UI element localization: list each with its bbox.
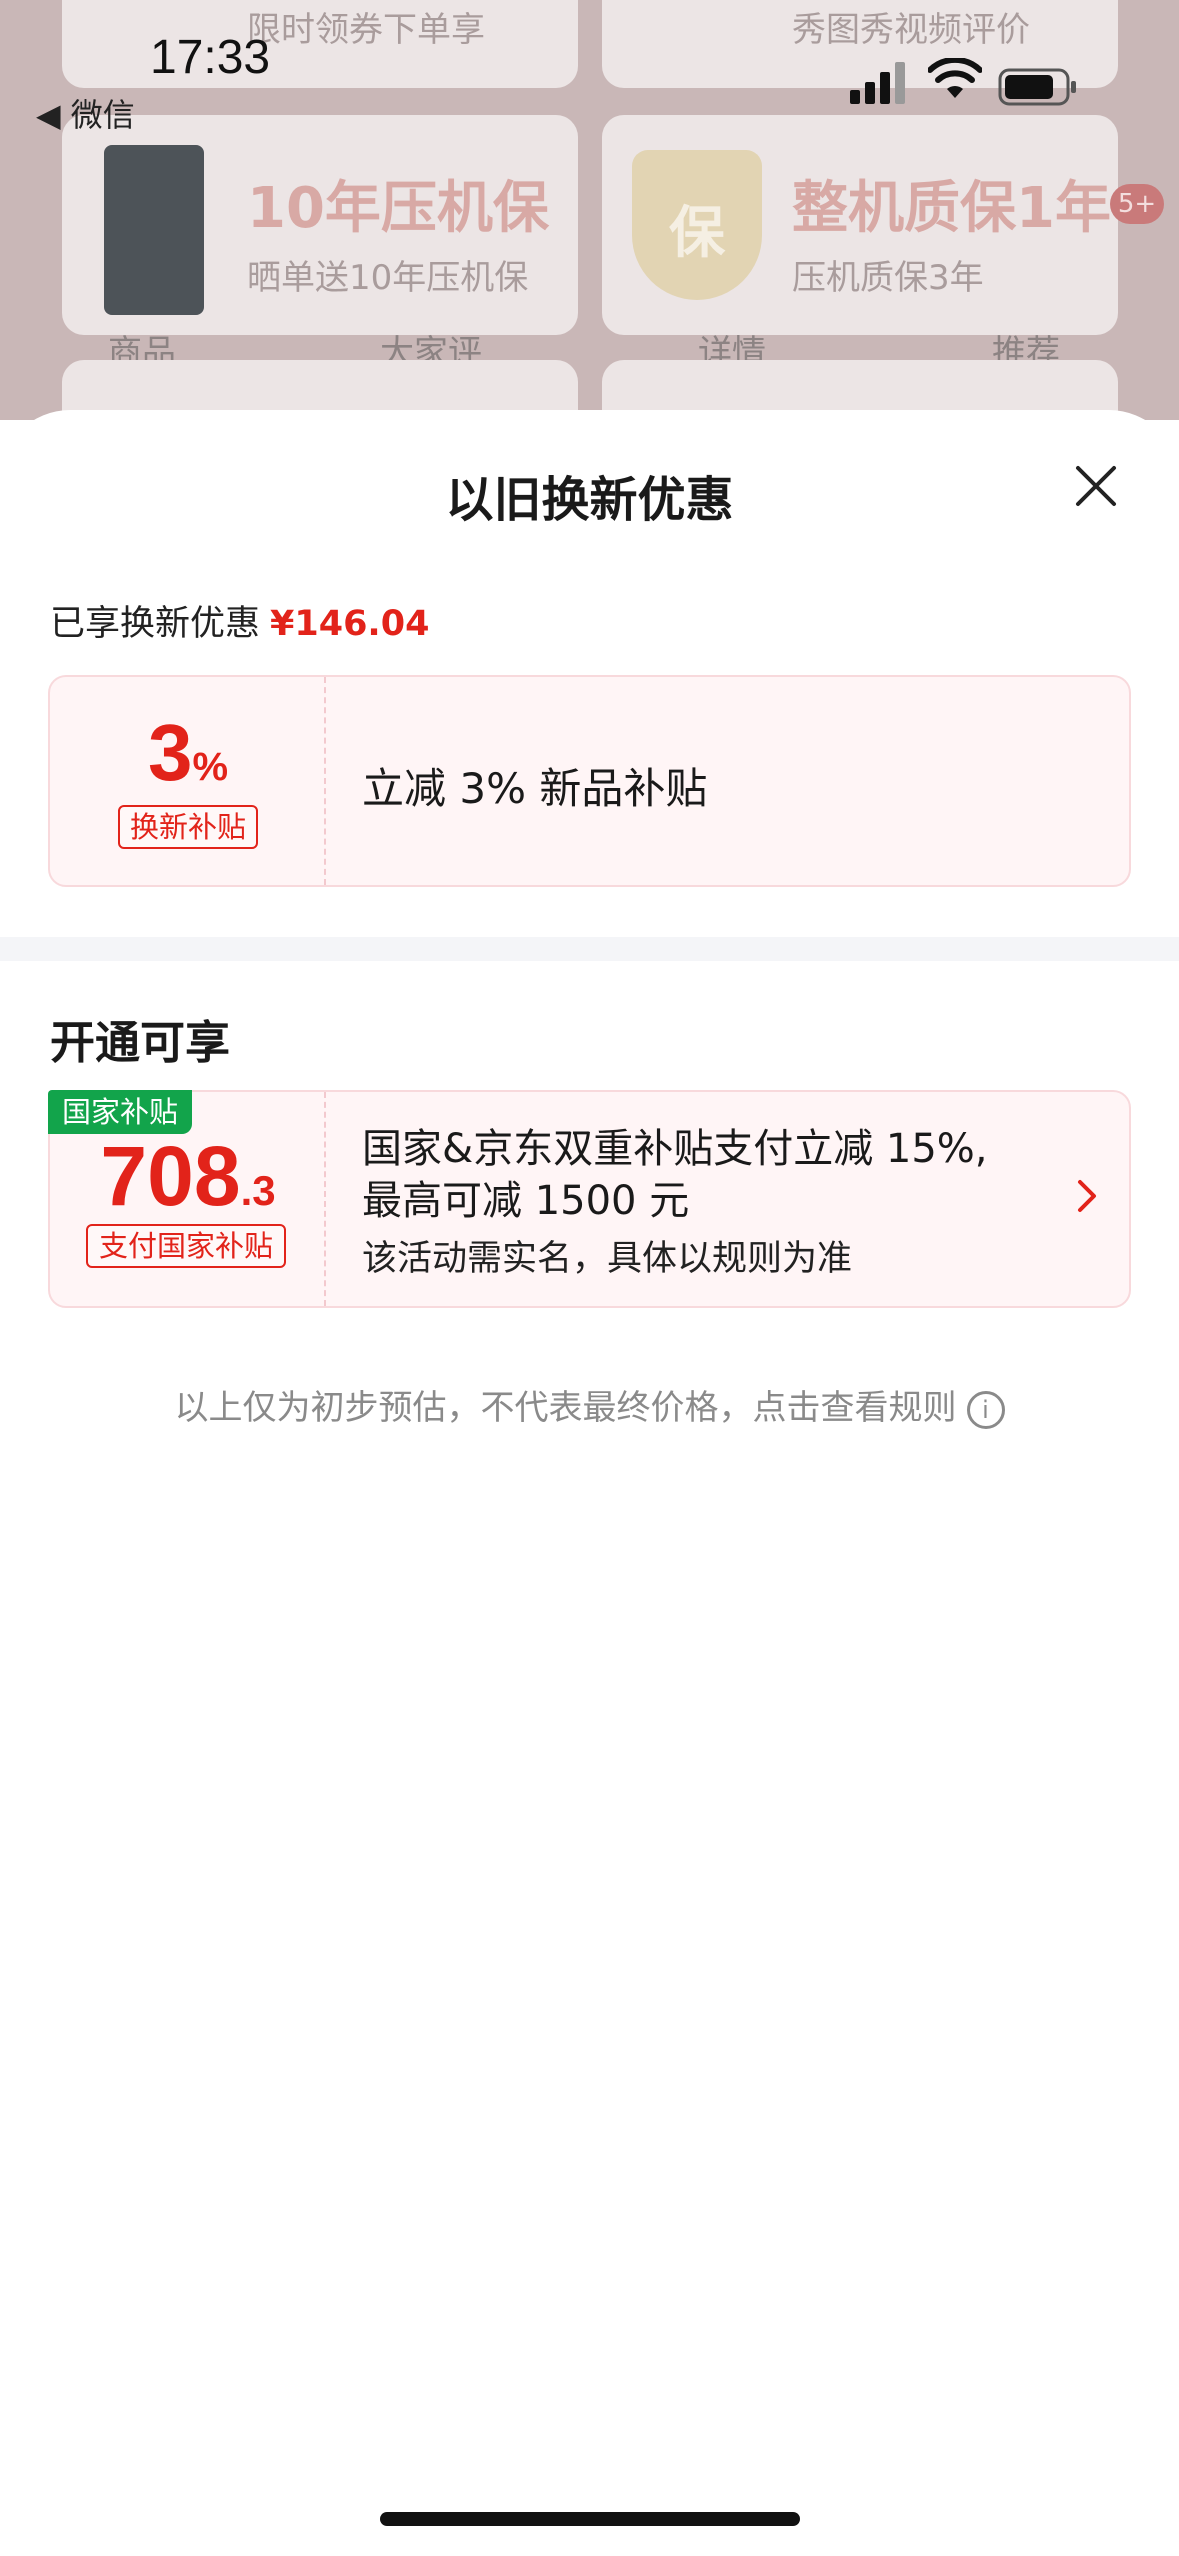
trade-in-subsidy-unit: %: [192, 745, 229, 789]
home-indicator[interactable]: [380, 2512, 800, 2526]
back-to-wechat[interactable]: ◀ 微信: [36, 90, 135, 136]
bg-card-warranty: 10年压机保 晒单送10年压机保: [62, 115, 578, 335]
national-subsidy-line2: 最高可减 1500 元: [362, 1178, 690, 1224]
chevron-right-icon[interactable]: [1070, 1174, 1104, 1218]
battery-icon: [998, 68, 1076, 106]
close-icon[interactable]: [1068, 458, 1124, 514]
national-subsidy-value: 708.3: [50, 1128, 326, 1225]
national-subsidy-dec: .3: [240, 1167, 276, 1214]
bg-card-quality-sub: 压机质保3年: [792, 258, 984, 298]
bg-card-quality-title: 整机质保1年: [792, 176, 1111, 241]
trade-in-subsidy-value-panel: 3% 换新补贴: [50, 677, 326, 885]
status-time: 17:33: [150, 31, 271, 84]
bg-card-warranty-sub: 晒单送10年压机保: [247, 258, 529, 298]
trade-in-subsidy-tag: 换新补贴: [118, 805, 258, 849]
national-subsidy-line1: 国家&京东双重补贴支付立减 15%,: [362, 1126, 988, 1172]
trade-in-subsidy-card: 3% 换新补贴 立减 3% 新品补贴: [48, 675, 1131, 887]
cart-count-badge: 5+: [1110, 184, 1164, 224]
disclaimer-link[interactable]: 以上仅为初步预估，不代表最终价格，点击查看规则 i: [0, 1380, 1179, 1429]
section-divider: [0, 937, 1179, 961]
section-title-available: 开通可享: [50, 1016, 231, 1069]
bg-card-warranty-title: 10年压机保: [247, 176, 549, 241]
shield-icon: 保: [632, 150, 762, 300]
trade-in-subsidy-value: 3%: [50, 707, 326, 799]
bg-card-top-right-text: 秀图秀视频评价: [792, 10, 1030, 50]
wifi-icon: [928, 58, 982, 98]
trade-in-sheet: 以旧换新优惠 已享换新优惠 ¥146.04 3% 换新补贴 立减 3% 新品补贴 …: [0, 410, 1179, 2556]
national-subsidy-note: 该活动需实名，具体以规则为准: [362, 1239, 853, 1279]
disclaimer-text: 以上仅为初步预估，不代表最终价格，点击查看规则: [174, 1388, 957, 1428]
info-icon[interactable]: i: [966, 1390, 1005, 1429]
enjoyed-discount: 已享换新优惠 ¥146.04: [50, 595, 429, 646]
sheet-title: 以旧换新优惠: [445, 472, 734, 528]
national-subsidy-corner-tag: 国家补贴: [48, 1090, 192, 1134]
national-subsidy-card[interactable]: 708.3 支付国家补贴 国家&京东双重补贴支付立减 15%, 最高可减 150…: [48, 1090, 1131, 1308]
national-subsidy-int: 708: [100, 1129, 241, 1223]
shield-icon-char: 保: [669, 201, 725, 266]
enjoyed-amount: ¥146.04: [270, 604, 430, 644]
bg-card-quality: 保 整机质保1年 压机质保3年: [602, 115, 1118, 335]
trade-in-subsidy-description: 立减 3% 新品补贴: [362, 764, 708, 813]
cellular-signal-icon: [850, 62, 905, 104]
national-subsidy-tag: 支付国家补贴: [86, 1224, 286, 1268]
enjoyed-label: 已享换新优惠: [50, 604, 261, 644]
bg-card-top-left-text: 限时领券下单享: [247, 10, 485, 50]
trade-in-subsidy-number: 3: [147, 708, 193, 797]
product-box-icon: [104, 145, 204, 315]
bg-card-top-left: 限时领券下单享: [62, 0, 578, 88]
